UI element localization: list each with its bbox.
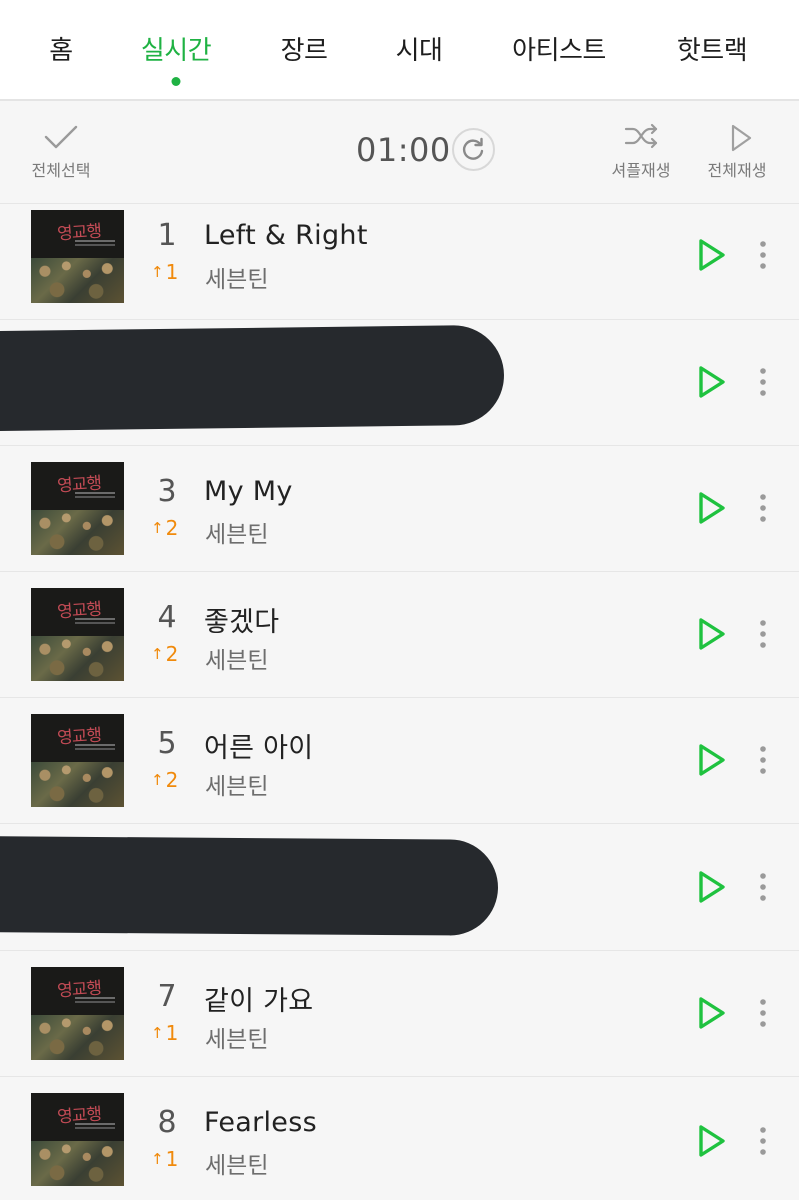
more-options-icon[interactable] xyxy=(757,1125,769,1157)
track-row[interactable]: 영교행 7 ↑ 1 같이 가요 세븐틴 xyxy=(0,950,799,1076)
more-options-icon[interactable] xyxy=(757,997,769,1029)
chart-time: 01:00 xyxy=(356,131,451,169)
album-cover: 영교행 xyxy=(31,714,124,807)
tab-genre[interactable]: 장르 xyxy=(281,30,328,67)
refresh-icon xyxy=(462,137,484,160)
play-icon[interactable] xyxy=(696,742,728,778)
track-rank: 7 xyxy=(157,979,177,1014)
tab-era[interactable]: 시대 xyxy=(396,30,443,67)
track-title: My My xyxy=(204,476,293,507)
tab-artist[interactable]: 아티스트 xyxy=(512,30,606,67)
play-icon[interactable] xyxy=(696,995,728,1031)
track-rank: 8 xyxy=(157,1105,177,1140)
track-rank: 5 xyxy=(157,726,177,761)
play-icon[interactable] xyxy=(696,616,728,652)
refresh-button[interactable] xyxy=(452,128,495,171)
play-all-icon xyxy=(731,124,752,152)
shuffle-label: 셔플재생 xyxy=(611,161,671,180)
track-artist: 세븐틴 xyxy=(205,1027,269,1053)
track-artist: 세븐틴 xyxy=(205,648,269,674)
album-cover: 영교행 xyxy=(31,462,124,555)
rank-change: ↑ 1 xyxy=(151,260,179,284)
play-icon[interactable] xyxy=(696,490,728,526)
album-cover: 영교행 xyxy=(31,1093,124,1186)
track-artist: 세븐틴 xyxy=(205,522,269,548)
track-row[interactable]: 영교행 1 ↑ 1 Left & Right 세븐틴 xyxy=(0,203,799,329)
track-artist: 세븐틴 xyxy=(205,1153,269,1179)
album-cover: 영교행 xyxy=(31,967,124,1060)
rank-change: ↑ 2 xyxy=(151,642,179,666)
rank-change: ↑ 1 xyxy=(151,1021,179,1045)
play-icon[interactable] xyxy=(696,1123,728,1159)
rank-up-icon: ↑ xyxy=(151,1150,164,1168)
select-all-label: 전체선택 xyxy=(31,161,91,180)
play-icon[interactable] xyxy=(696,364,728,400)
rank-change: ↑ 2 xyxy=(151,516,179,540)
album-cover: 영교행 xyxy=(31,588,124,681)
tab-realtime[interactable]: 실시간 xyxy=(141,30,212,67)
track-row[interactable]: 영교행 5 ↑ 2 어른 아이 세븐틴 xyxy=(0,697,799,823)
more-options-icon[interactable] xyxy=(757,744,769,776)
track-title: 같이 가요 xyxy=(204,986,314,1017)
track-rank: 1 xyxy=(157,218,177,253)
track-title: 어른 아이 xyxy=(204,733,314,764)
play-all-label: 전체재생 xyxy=(707,161,767,180)
more-options-icon[interactable] xyxy=(757,871,769,903)
track-rank: 4 xyxy=(157,600,177,635)
tab-home[interactable]: 홈 xyxy=(49,30,73,67)
top-tab-bar: 홈 실시간 장르 시대 아티스트 핫트랙 xyxy=(0,0,799,101)
track-rank: 3 xyxy=(157,474,177,509)
track-title: Left & Right xyxy=(204,220,368,251)
more-options-icon[interactable] xyxy=(757,366,769,398)
play-icon[interactable] xyxy=(696,237,728,273)
track-row[interactable]: 영교행 8 ↑ 1 Fearless 세븐틴 xyxy=(0,1076,799,1200)
check-icon xyxy=(44,125,78,149)
active-tab-indicator xyxy=(171,77,181,86)
rank-up-icon: ↑ xyxy=(151,645,164,663)
rank-change: ↑ 2 xyxy=(151,768,179,792)
track-title: 좋겠다 xyxy=(204,607,280,638)
rank-up-icon: ↑ xyxy=(151,519,164,537)
rank-up-icon: ↑ xyxy=(151,263,164,281)
track-title: Fearless xyxy=(204,1107,317,1138)
track-row[interactable]: 영교행 4 ↑ 2 좋겠다 세븐틴 xyxy=(0,571,799,697)
shuffle-icon xyxy=(624,123,658,149)
more-options-icon[interactable] xyxy=(757,239,769,271)
more-options-icon[interactable] xyxy=(757,618,769,650)
chart-toolbar: 전체선택 01:00 셔플재생 전체재생 xyxy=(0,103,799,203)
rank-up-icon: ↑ xyxy=(151,1024,164,1042)
track-artist: 세븐틴 xyxy=(205,774,269,800)
track-artist: 세븐틴 xyxy=(205,267,269,293)
track-row[interactable]: 영교행 3 ↑ 2 My My 세븐틴 xyxy=(0,445,799,571)
tab-hottrack[interactable]: 핫트랙 xyxy=(677,30,748,67)
album-cover: 영교행 xyxy=(31,210,124,303)
redaction-bar xyxy=(0,324,505,432)
rank-change: ↑ 1 xyxy=(151,1147,179,1171)
more-options-icon[interactable] xyxy=(757,492,769,524)
rank-up-icon: ↑ xyxy=(151,771,164,789)
redaction-bar xyxy=(0,836,499,936)
play-icon[interactable] xyxy=(696,869,728,905)
